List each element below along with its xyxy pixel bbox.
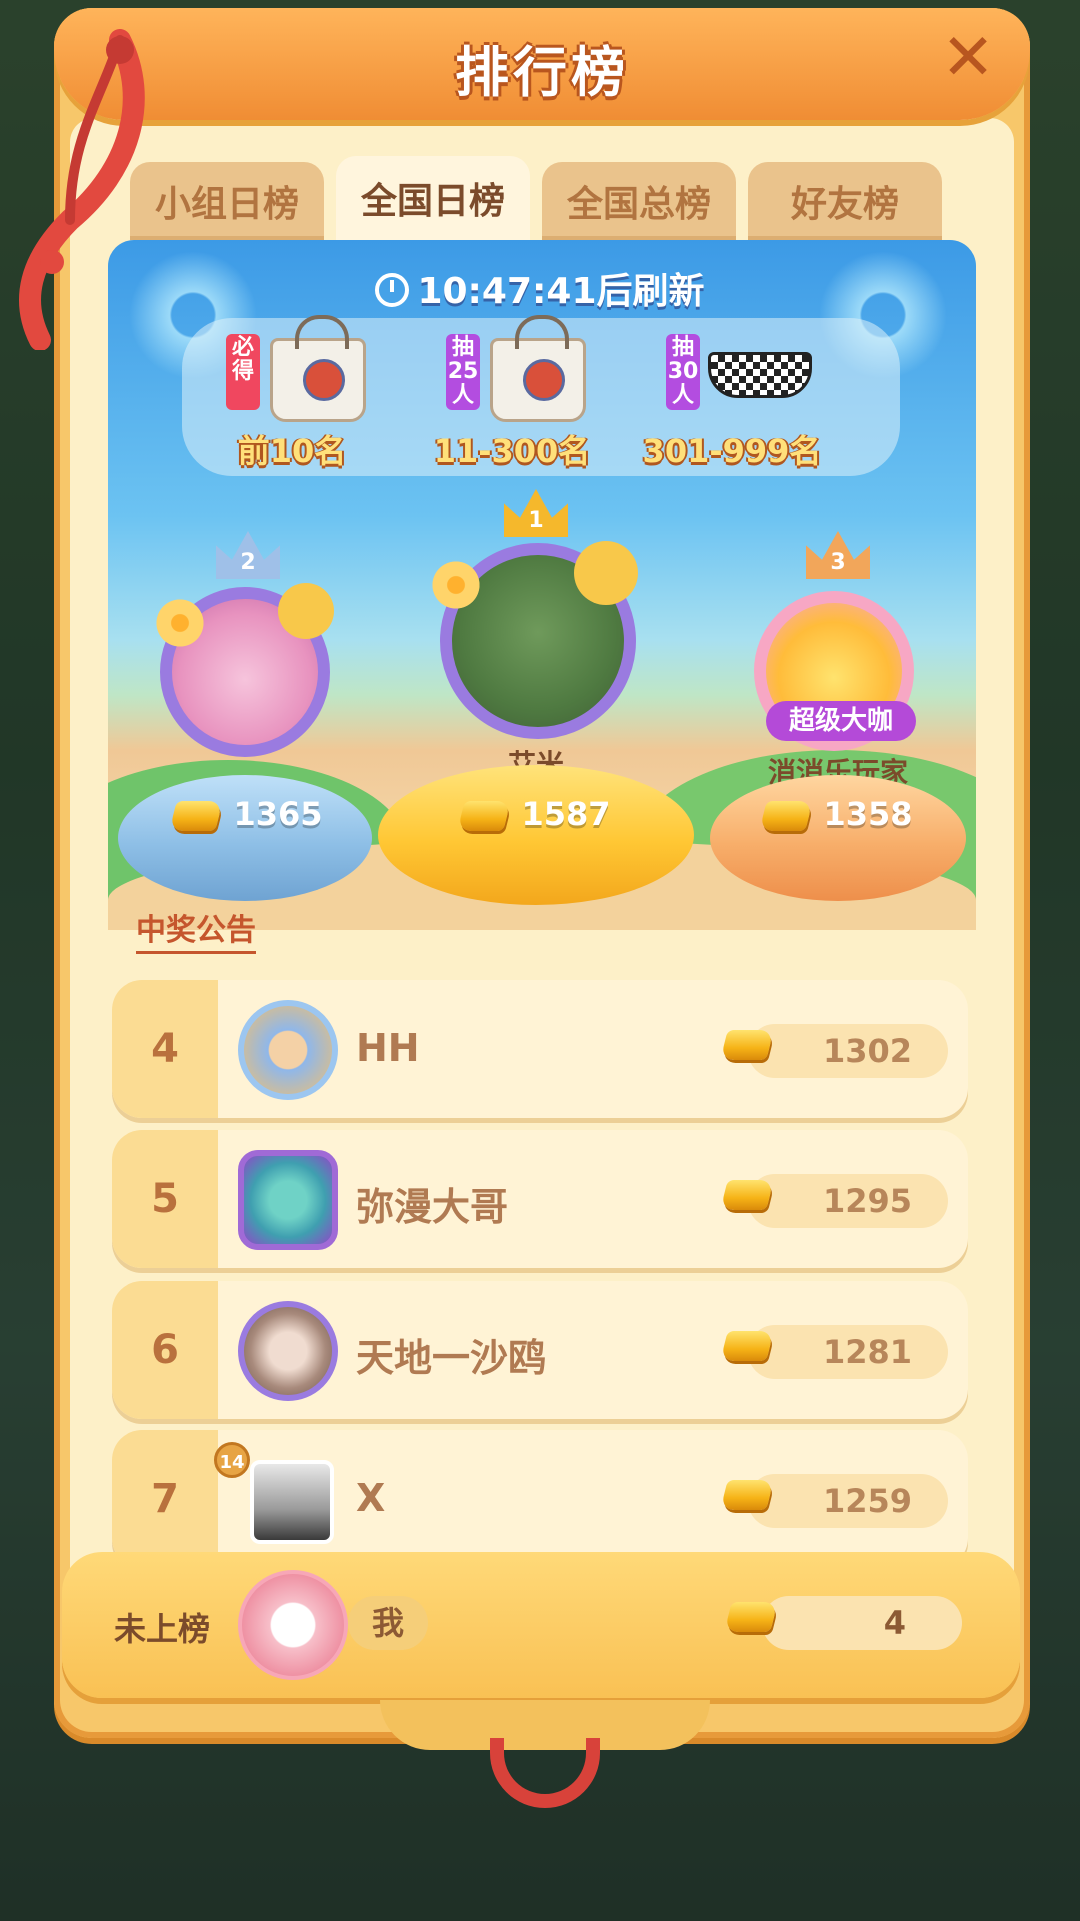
rank-number: 7	[151, 1476, 179, 1522]
player-score: 1587	[378, 795, 694, 833]
tab-bar: 小组日榜 全国日榜 全国总榜 好友榜	[130, 156, 960, 240]
tote-bag-icon	[490, 315, 586, 422]
tab-national-daily[interactable]: 全国日榜	[336, 156, 530, 240]
crown-icon: 1	[504, 489, 568, 537]
table-row[interactable]: 6 天地一沙鸥 1281	[112, 1281, 968, 1419]
reward-range: 301-999名	[642, 432, 822, 470]
podium-first[interactable]: 1 艾米 1587	[378, 485, 694, 905]
avatar	[238, 1000, 338, 1100]
close-icon[interactable]: ✕	[934, 26, 1002, 94]
gold-bar-icon	[720, 1480, 774, 1510]
rank-number: 4	[151, 1026, 179, 1072]
player-score: 1295	[822, 1182, 912, 1220]
reward-tag: 抽30人	[666, 334, 700, 410]
gold-bar-icon	[457, 801, 512, 831]
clock-icon	[375, 273, 410, 307]
gold-bar-icon	[169, 801, 224, 831]
avatar	[238, 1570, 348, 1680]
sun-decoration	[574, 541, 638, 605]
level-badge: 14	[214, 1442, 250, 1478]
my-rank-bar[interactable]: 未上榜 我 4	[62, 1552, 1020, 1698]
reward-item[interactable]: 必得 前10名	[182, 315, 402, 476]
gold-bar-icon	[720, 1180, 774, 1210]
tab-group-daily[interactable]: 小组日榜	[130, 162, 324, 240]
checkered-belt-bag-icon	[708, 352, 812, 398]
refresh-timer: 10:47:41后刷新	[0, 262, 1080, 314]
tab-national-total[interactable]: 全国总榜	[542, 162, 736, 240]
rank-number: 6	[151, 1327, 179, 1373]
crown-icon: 3	[806, 531, 870, 579]
gold-bar-icon	[720, 1331, 774, 1361]
my-score: 4	[883, 1604, 906, 1642]
table-row[interactable]: 5 弥漫大哥 1295	[112, 1130, 968, 1268]
tote-bag-icon	[270, 315, 366, 422]
avatar	[238, 1150, 338, 1250]
player-score: 1358	[710, 795, 966, 833]
podium-second[interactable]: 2 。 1365	[118, 525, 378, 905]
crown-icon: 2	[216, 531, 280, 579]
flower-decoration	[426, 555, 486, 615]
winners-notice-link[interactable]: 中奖公告	[136, 905, 256, 954]
panel-header: 排行榜 ✕	[54, 8, 1030, 120]
my-rank-status: 未上榜	[114, 1610, 211, 1648]
reward-item[interactable]: 抽25人 11-300名	[402, 315, 622, 476]
podium-base	[710, 775, 966, 901]
reward-range: 11-300名	[433, 432, 591, 470]
timer-time: 10:47:41	[417, 271, 597, 312]
player-score: 1259	[822, 1482, 912, 1520]
player-score: 1281	[822, 1333, 912, 1371]
vip-badge: 超级大咖	[766, 701, 916, 741]
table-row[interactable]: 4 HH 1302	[112, 980, 968, 1118]
player-score: 1302	[822, 1032, 912, 1070]
gold-bar-icon	[720, 1030, 774, 1060]
flower-decoration	[150, 593, 210, 653]
reward-tag: 必得	[226, 334, 260, 410]
reward-tag: 抽25人	[446, 334, 480, 410]
avatar	[250, 1460, 334, 1544]
tab-friends[interactable]: 好友榜	[748, 162, 942, 240]
rank-number: 5	[151, 1176, 179, 1222]
player-name: 弥漫大哥	[356, 1185, 509, 1229]
gold-bar-icon	[759, 801, 814, 831]
avatar	[238, 1301, 338, 1401]
rewards-panel: 必得 前10名 抽25人 11-300名 抽30人 301-999名	[182, 315, 900, 476]
my-name: 我	[348, 1596, 428, 1650]
sun-decoration	[278, 583, 334, 639]
player-name: HH	[356, 1026, 420, 1070]
player-score: 1365	[118, 795, 378, 833]
reward-item[interactable]: 抽30人 301-999名	[622, 318, 842, 476]
timer-suffix: 后刷新	[596, 271, 705, 312]
podium-third[interactable]: 3 超级大咖 消消乐玩家 1358	[710, 525, 966, 905]
page-title: 排行榜	[455, 41, 629, 104]
gold-bar-icon	[724, 1602, 778, 1632]
podium-base	[118, 775, 372, 901]
player-name: X	[356, 1476, 386, 1520]
podium-base	[378, 765, 694, 905]
player-name: 天地一沙鸥	[356, 1336, 547, 1380]
reward-range: 前10名	[237, 432, 347, 470]
